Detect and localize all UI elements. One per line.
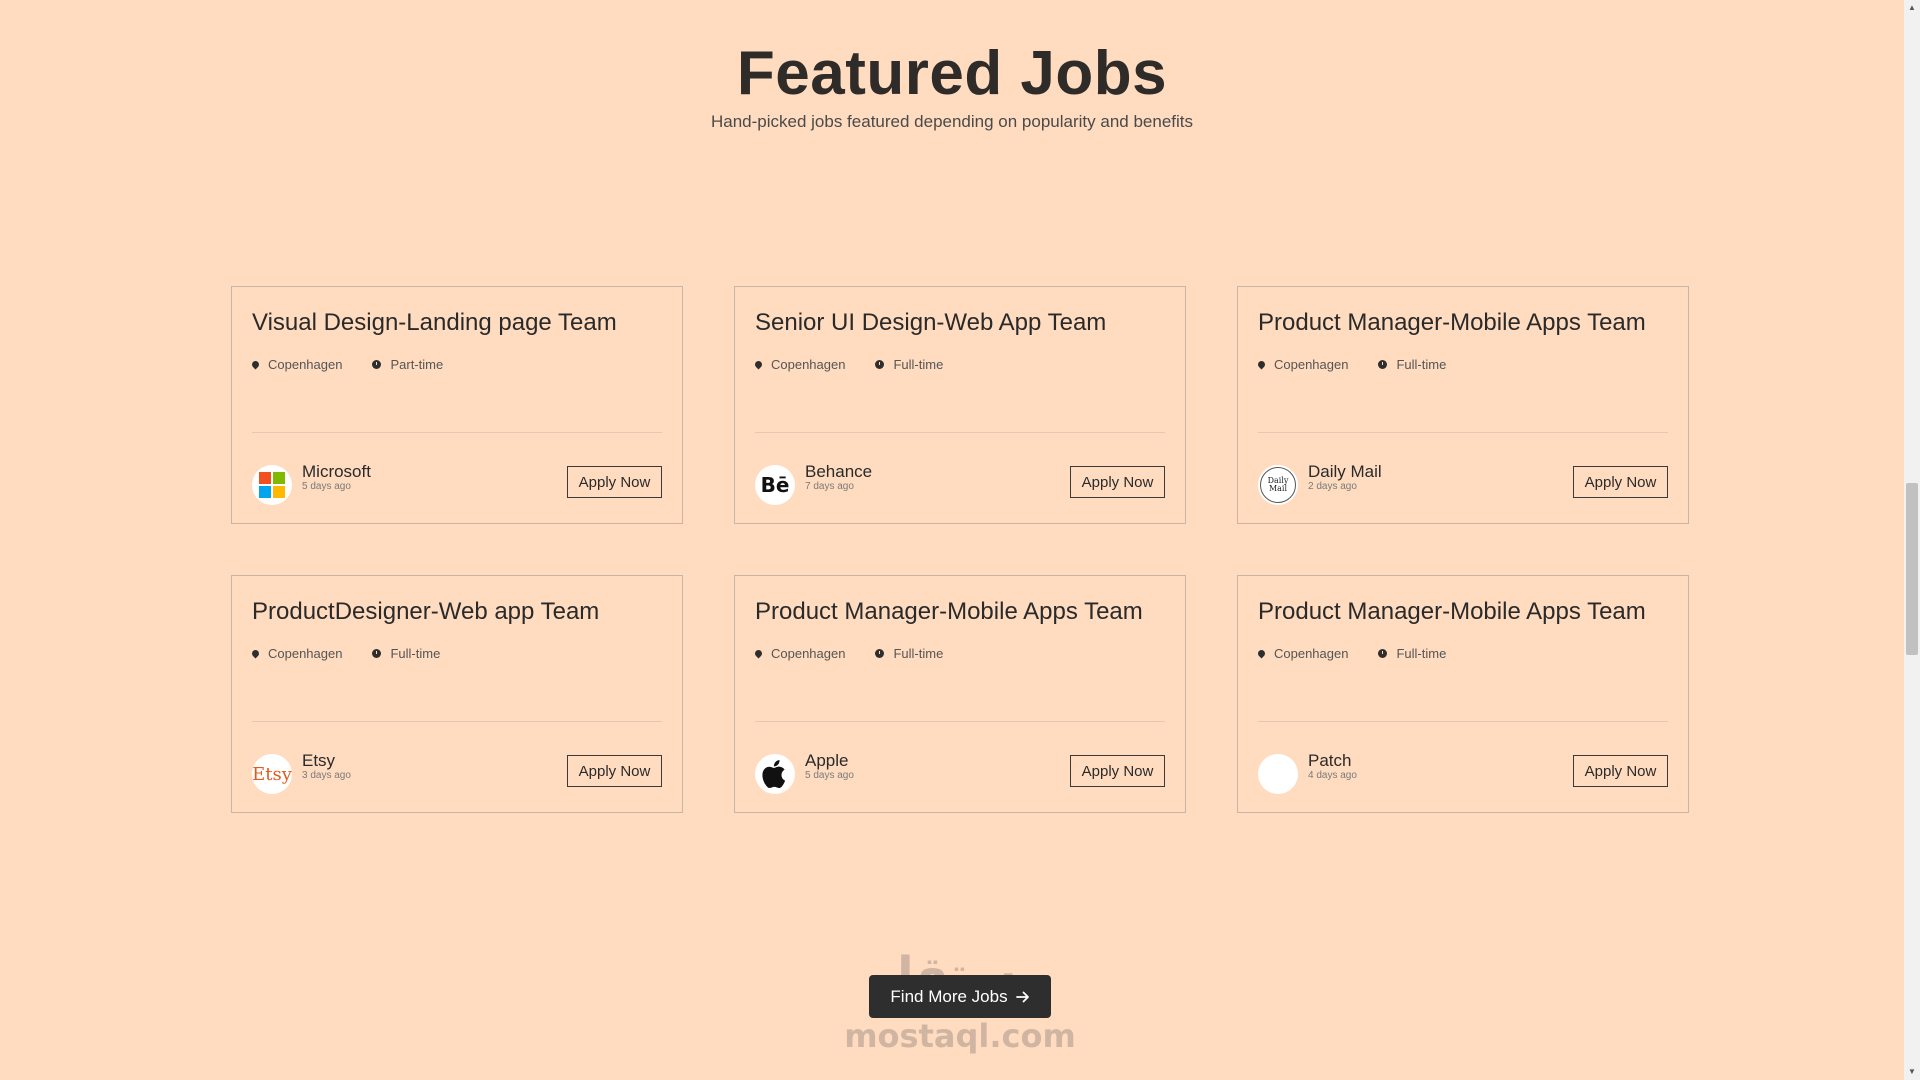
job-card: Product Manager-Mobile Apps Team Copenha… <box>734 575 1186 813</box>
page-scrollbar[interactable]: ▲ ▼ <box>1904 0 1920 1080</box>
job-card: Visual Design-Landing page Team Copenhag… <box>231 286 683 524</box>
company-name: Patch <box>1308 751 1352 770</box>
job-meta: Copenhagen Full-time <box>1256 646 1447 661</box>
section-header: Featured Jobs Hand-picked jobs featured … <box>0 38 1904 132</box>
posted-date: 4 days ago <box>1308 770 1357 781</box>
location-pin-icon <box>250 359 261 370</box>
job-type: Full-time <box>893 357 944 372</box>
job-location: Copenhagen <box>771 357 846 372</box>
card-divider <box>252 721 662 722</box>
job-location: Copenhagen <box>1274 357 1349 372</box>
company-info: Behance 7 days ago <box>805 463 872 493</box>
card-divider <box>755 432 1165 433</box>
behance-logo-icon: Bē <box>755 465 795 505</box>
job-location: Copenhagen <box>771 646 846 661</box>
scroll-down-icon[interactable]: ▼ <box>1904 1064 1920 1080</box>
card-divider <box>252 432 662 433</box>
daily-mail-logo-icon: Daily Mail <box>1258 465 1298 505</box>
job-title: Product Manager-Mobile Apps Team <box>755 598 1143 625</box>
location-pin-icon <box>1256 648 1267 659</box>
clock-icon <box>1378 649 1388 658</box>
posted-date: 5 days ago <box>805 770 854 781</box>
posted-date: 7 days ago <box>805 481 854 492</box>
job-card: Product Manager-Mobile Apps Team Copenha… <box>1237 286 1689 524</box>
clock-icon <box>1378 360 1388 369</box>
apply-now-button[interactable]: Apply Now <box>567 755 662 787</box>
apply-now-button[interactable]: Apply Now <box>1070 466 1165 498</box>
find-more-jobs-label: Find More Jobs <box>890 986 1008 1006</box>
job-type: Full-time <box>390 646 441 661</box>
patch-logo-icon <box>1258 754 1298 794</box>
job-title: ProductDesigner-Web app Team <box>252 598 600 625</box>
company-name: Etsy <box>302 751 336 770</box>
job-title: Product Manager-Mobile Apps Team <box>1258 309 1646 336</box>
company-name: Daily Mail <box>1308 462 1382 481</box>
job-meta: Copenhagen Full-time <box>1256 357 1447 372</box>
watermark-latin: mostaql.com <box>844 1017 1076 1055</box>
job-location: Copenhagen <box>268 646 343 661</box>
company-info: Patch 4 days ago <box>1308 752 1357 782</box>
job-meta: Copenhagen Full-time <box>250 646 441 661</box>
apply-now-button[interactable]: Apply Now <box>1573 755 1668 787</box>
job-type: Full-time <box>1396 357 1447 372</box>
job-location: Copenhagen <box>1274 646 1349 661</box>
job-card: ProductDesigner-Web app Team Copenhagen … <box>231 575 683 813</box>
location-pin-icon <box>753 359 764 370</box>
clock-icon <box>875 360 885 369</box>
job-meta: Copenhagen Full-time <box>753 646 944 661</box>
posted-date: 5 days ago <box>302 481 351 492</box>
microsoft-logo-icon <box>252 465 292 505</box>
page-subtitle: Hand-picked jobs featured depending on p… <box>710 112 1193 131</box>
job-title: Visual Design-Landing page Team <box>252 309 617 336</box>
scroll-up-icon[interactable]: ▲ <box>1904 0 1920 16</box>
location-pin-icon <box>753 648 764 659</box>
company-name: Apple <box>805 751 849 770</box>
company-info: Daily Mail 2 days ago <box>1308 463 1382 493</box>
featured-jobs-page: Featured Jobs Hand-picked jobs featured … <box>0 0 1920 1080</box>
arrow-right-icon <box>1015 991 1029 1002</box>
etsy-logo-icon: Etsy <box>252 754 292 794</box>
card-divider <box>755 721 1165 722</box>
job-meta: Copenhagen Full-time <box>753 357 944 372</box>
scroll-thumb[interactable] <box>1906 483 1918 655</box>
location-pin-icon <box>250 648 261 659</box>
job-type: Part-time <box>390 357 444 372</box>
company-info: Apple 5 days ago <box>805 752 854 782</box>
company-info: Etsy 3 days ago <box>302 752 351 782</box>
company-name: Behance <box>805 462 873 481</box>
clock-icon <box>372 649 382 658</box>
job-card: Product Manager-Mobile Apps Team Copenha… <box>1237 575 1689 813</box>
card-divider <box>1258 432 1668 433</box>
card-divider <box>1258 721 1668 722</box>
job-type: Full-time <box>893 646 944 661</box>
posted-date: 3 days ago <box>302 770 351 781</box>
clock-icon <box>372 360 382 369</box>
location-pin-icon <box>1256 359 1267 370</box>
job-title: Product Manager-Mobile Apps Team <box>1258 598 1646 625</box>
apple-logo-icon <box>755 754 795 794</box>
job-type: Full-time <box>1396 646 1447 661</box>
job-card: Senior UI Design-Web App Team Copenhagen… <box>734 286 1186 524</box>
posted-date: 2 days ago <box>1308 481 1357 492</box>
find-more-jobs-button[interactable]: Find More Jobs <box>869 975 1051 1018</box>
job-title: Senior UI Design-Web App Team <box>755 309 1107 336</box>
apply-now-button[interactable]: Apply Now <box>1573 466 1668 498</box>
company-info: Microsoft 5 days ago <box>302 463 371 493</box>
job-meta: Copenhagen Part-time <box>250 357 444 372</box>
job-location: Copenhagen <box>268 357 343 372</box>
clock-icon <box>875 649 885 658</box>
apply-now-button[interactable]: Apply Now <box>567 466 662 498</box>
company-name: Microsoft <box>302 462 371 481</box>
apply-now-button[interactable]: Apply Now <box>1070 755 1165 787</box>
page-title: Featured Jobs <box>736 39 1168 108</box>
